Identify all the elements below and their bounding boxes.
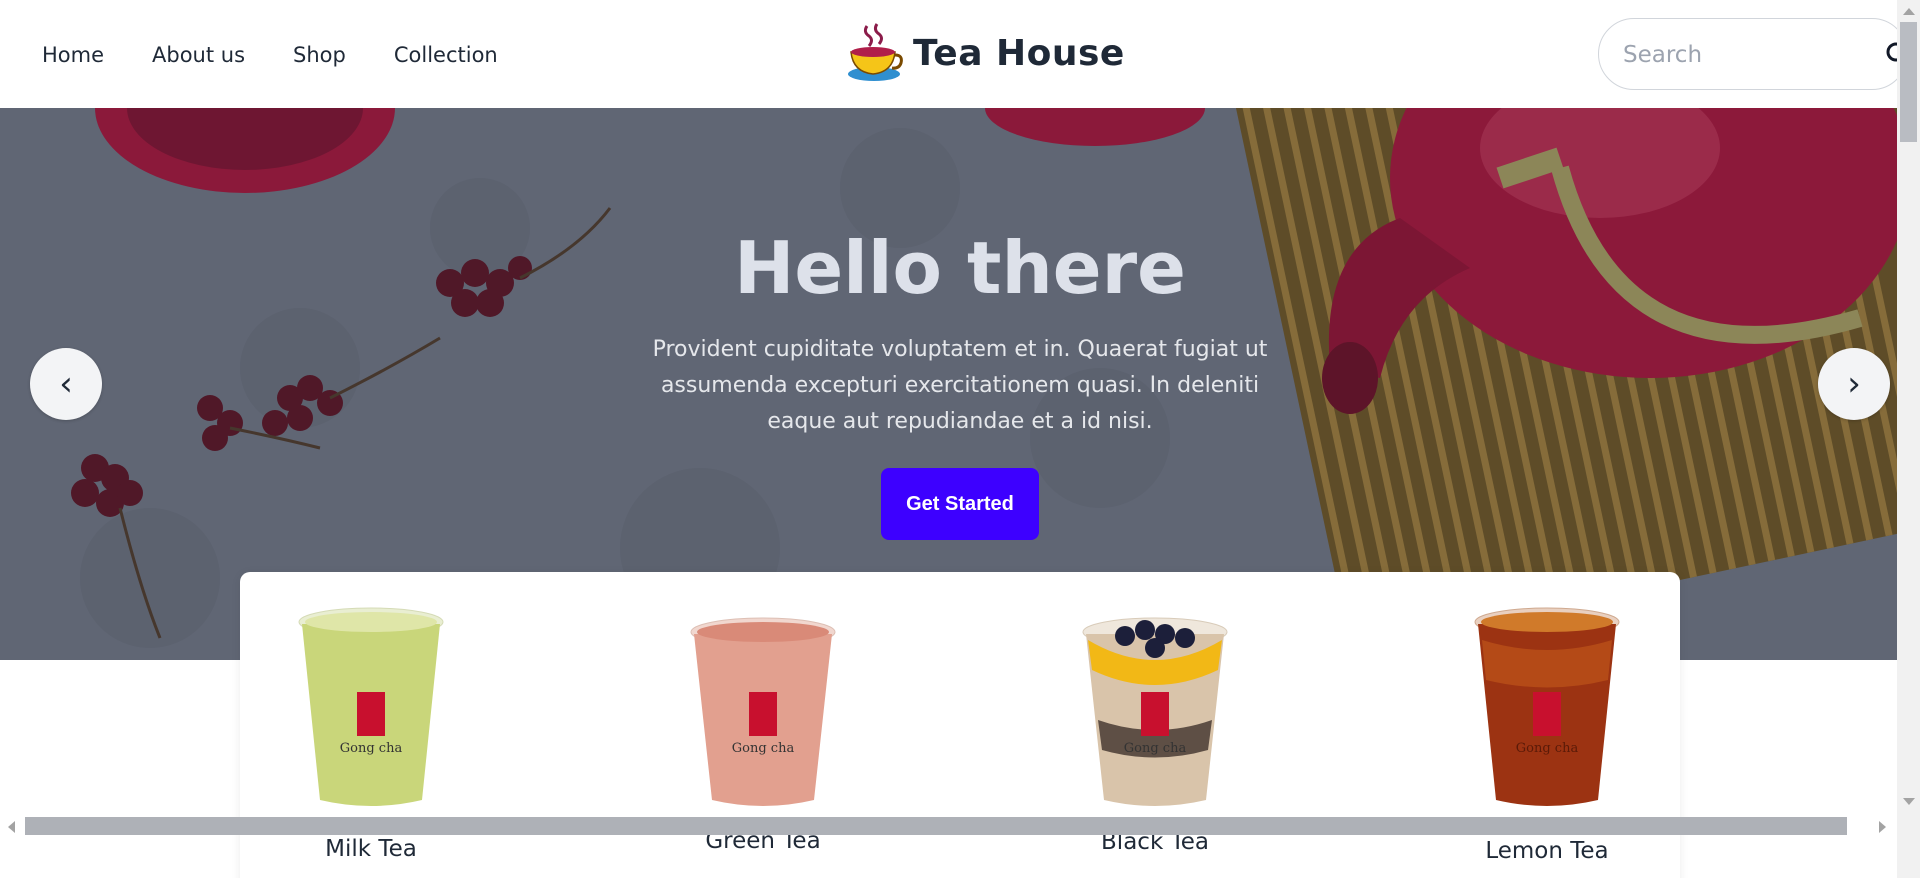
product-card-black-tea[interactable]: Gong cha Black Tea	[1055, 572, 1255, 855]
product-card-green-tea[interactable]: Gong cha Green Tea	[663, 572, 863, 854]
nav-about-link[interactable]: About us	[152, 43, 245, 67]
scroll-up-arrow-icon[interactable]	[1903, 8, 1915, 15]
carousel-prev-button[interactable]: ‹	[30, 348, 102, 420]
search-box	[1598, 18, 1911, 90]
scroll-down-arrow-icon[interactable]	[1903, 798, 1915, 805]
brand[interactable]: Tea House	[845, 22, 1125, 84]
get-started-button[interactable]: Get Started	[881, 468, 1039, 540]
green-tea-cup-image: Gong cha	[690, 617, 836, 806]
green-tea-cup-brand: Gong cha	[732, 741, 795, 756]
scroll-left-arrow-icon[interactable]	[8, 821, 15, 833]
product-name: Milk Tea	[325, 836, 417, 862]
horizontal-scroll-thumb[interactable]	[25, 817, 1847, 835]
vertical-scrollbar[interactable]	[1897, 0, 1920, 878]
nav-shop-link[interactable]: Shop	[293, 43, 346, 67]
lemon-tea-cup-image: Gong cha	[1474, 607, 1620, 806]
horizontal-scrollbar[interactable]	[0, 816, 1897, 838]
chevron-right-icon: ›	[1847, 364, 1861, 404]
nav-home-link[interactable]: Home	[42, 43, 104, 67]
nav-collection-link[interactable]: Collection	[394, 43, 498, 67]
hero-title: Hello there	[734, 226, 1186, 310]
teacup-logo-icon	[848, 23, 903, 81]
milk-tea-cup-image: Gong cha	[298, 607, 444, 806]
product-card-lemon-tea[interactable]: Gong cha Lemon Tea	[1447, 572, 1647, 864]
main-nav: Home About us Shop Collection	[42, 43, 498, 67]
black-tea-cup-brand: Gong cha	[1124, 741, 1187, 756]
scroll-right-arrow-icon[interactable]	[1879, 821, 1886, 833]
lemon-tea-cup-brand: Gong cha	[1516, 741, 1579, 756]
vertical-scroll-thumb[interactable]	[1900, 22, 1917, 142]
chevron-left-icon: ‹	[59, 364, 73, 404]
carousel-next-button[interactable]: ›	[1818, 348, 1890, 420]
product-name: Lemon Tea	[1485, 838, 1609, 864]
milk-tea-cup-brand: Gong cha	[340, 741, 403, 756]
site-header: Home About us Shop Collection Tea House	[0, 0, 1911, 108]
black-tea-cup-image: Gong cha	[1082, 617, 1228, 806]
search-input[interactable]	[1623, 38, 1853, 72]
brand-title: Tea House	[913, 32, 1125, 74]
hero-description: Provident cupiditate voluptatem et in. Q…	[652, 337, 1268, 434]
product-card-milk-tea[interactable]: Gong cha Milk Tea	[271, 572, 471, 862]
